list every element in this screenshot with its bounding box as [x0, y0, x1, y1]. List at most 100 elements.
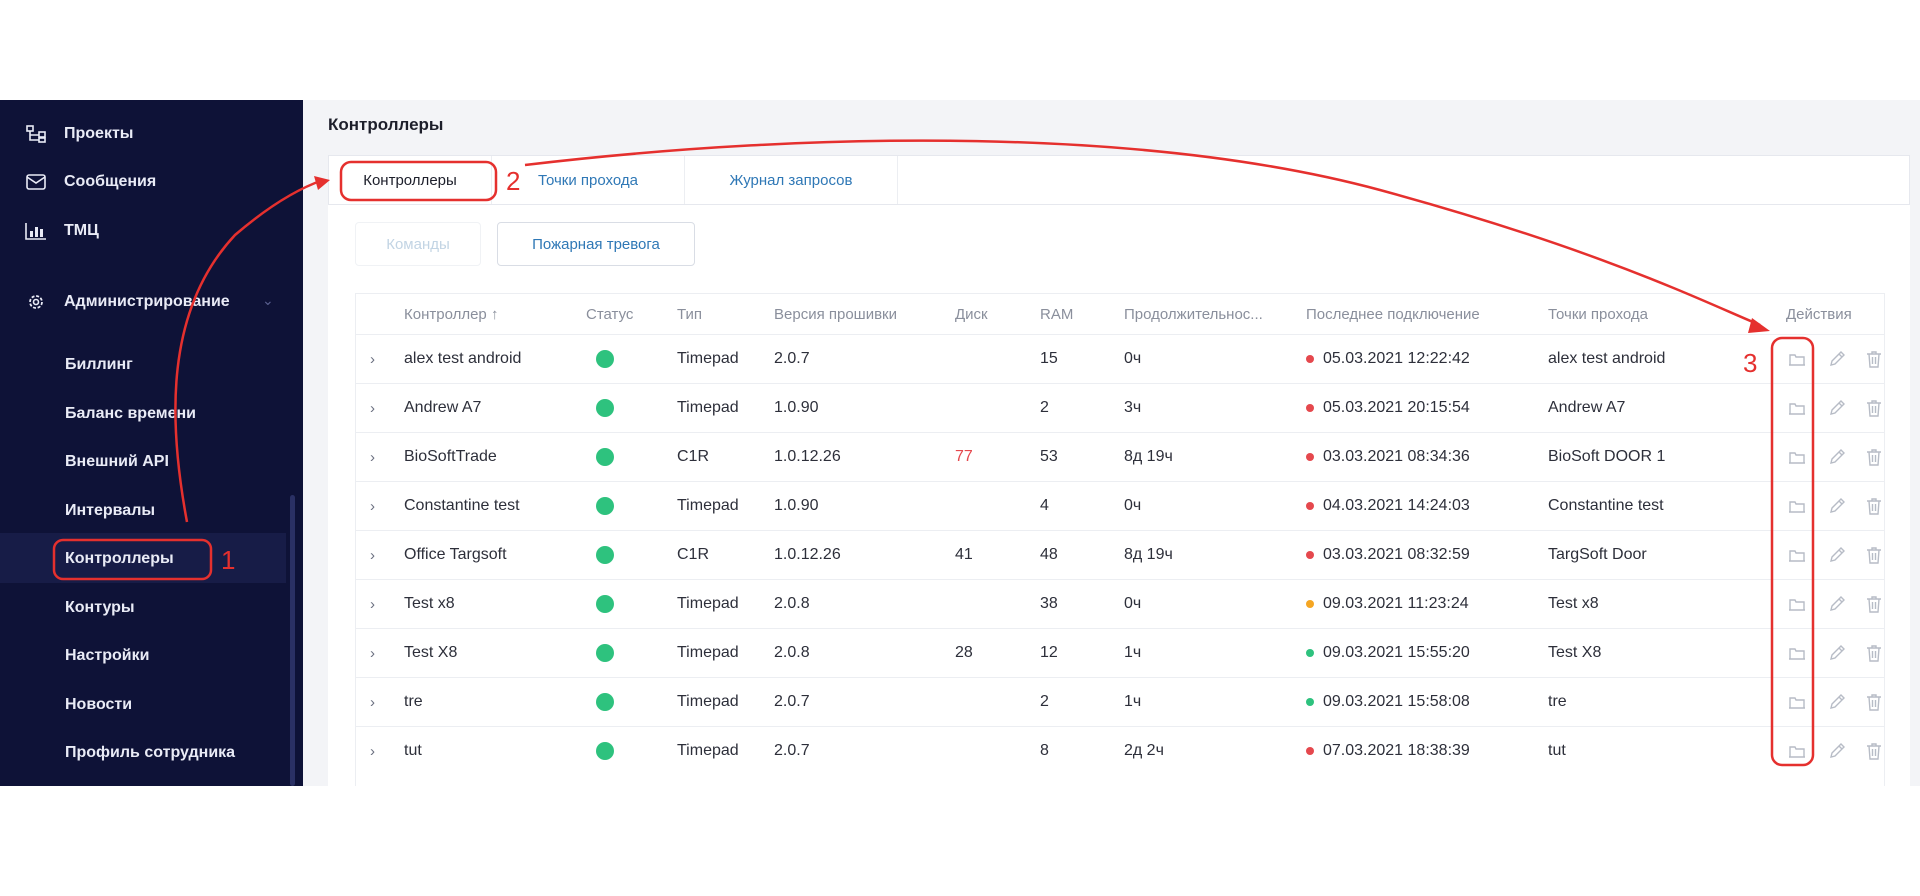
- tab-request-log[interactable]: Журнал запросов: [685, 156, 898, 204]
- cell-firmware: 1.0.12.26: [774, 546, 841, 563]
- table-row[interactable]: › Constantine test Timepad 1.0.90 4 0ч 04.03.2…: [356, 481, 1884, 530]
- cell-last-connection: 05.03.2021 12:22:42: [1306, 335, 1470, 383]
- status-online-icon: [596, 497, 614, 515]
- sidebar-item-external-api[interactable]: Внешний API: [65, 442, 169, 482]
- expand-chevron-icon[interactable]: ›: [370, 727, 375, 775]
- chevron-down-icon[interactable]: ⌄: [262, 292, 274, 309]
- expand-chevron-icon[interactable]: ›: [370, 629, 375, 677]
- expand-chevron-icon[interactable]: ›: [370, 335, 375, 383]
- annotation-label-1: 1: [221, 545, 236, 575]
- pencil-icon[interactable]: [1828, 727, 1846, 775]
- fire-alarm-button[interactable]: Пожарная тревога: [497, 222, 695, 266]
- expand-chevron-icon[interactable]: ›: [370, 580, 375, 628]
- column-header-access-points[interactable]: Точки прохода: [1548, 294, 1648, 334]
- sidebar-item-time-balance[interactable]: Баланс времени: [65, 394, 196, 434]
- expand-chevron-icon[interactable]: ›: [370, 678, 375, 726]
- pencil-icon[interactable]: [1828, 629, 1846, 677]
- points-icon[interactable]: [1788, 531, 1806, 579]
- annotation-label-2: 2: [506, 166, 521, 196]
- sidebar-item-news[interactable]: Новости: [65, 685, 132, 725]
- sidebar-item-messages[interactable]: Сообщения: [24, 162, 156, 202]
- points-icon[interactable]: [1788, 678, 1806, 726]
- trash-icon[interactable]: [1866, 433, 1882, 481]
- sidebar-item-controllers[interactable]: Контроллеры: [65, 539, 174, 579]
- connection-status-dot-icon: [1306, 649, 1314, 657]
- trash-icon[interactable]: [1866, 678, 1882, 726]
- column-header-last-connection[interactable]: Последнее подключение: [1306, 294, 1480, 334]
- points-icon[interactable]: [1788, 482, 1806, 530]
- column-header-controller[interactable]: Контроллер ↑: [404, 294, 498, 334]
- sidebar-item-intervals[interactable]: Интервалы: [65, 491, 155, 531]
- trash-icon[interactable]: [1866, 531, 1882, 579]
- sidebar-item-projects[interactable]: Проекты: [24, 114, 133, 154]
- column-header-type[interactable]: Тип: [677, 294, 702, 334]
- tab-access-points[interactable]: Точки прохода: [492, 156, 685, 204]
- expand-chevron-icon[interactable]: ›: [370, 433, 375, 481]
- cell-status: [596, 531, 614, 579]
- sidebar-item-billing[interactable]: Биллинг: [65, 345, 133, 385]
- column-header-status[interactable]: Статус: [586, 294, 633, 334]
- table-row[interactable]: › Office Targsoft C1R 1.0.12.26 41 48 8д 19ч 03…: [356, 530, 1884, 579]
- sidebar-item-inventory[interactable]: ТМЦ: [24, 211, 99, 251]
- pencil-icon[interactable]: [1828, 433, 1846, 481]
- last-connection-text: 05.03.2021 20:15:54: [1323, 399, 1470, 416]
- trash-icon[interactable]: [1866, 482, 1882, 530]
- cell-firmware: 1.0.12.26: [774, 448, 841, 465]
- controllers-table: Контроллер ↑ Статус Тип Версия прошивки …: [355, 293, 1885, 786]
- pencil-icon[interactable]: [1828, 335, 1846, 383]
- cell-duration: 8д 19ч: [1124, 448, 1173, 465]
- column-header-duration[interactable]: Продолжительнос...: [1124, 294, 1263, 334]
- expand-chevron-icon[interactable]: ›: [370, 482, 375, 530]
- cell-type: Timepad: [677, 644, 739, 661]
- sidebar-item-employee-profile[interactable]: Профиль сотрудника: [65, 733, 235, 773]
- points-icon[interactable]: [1788, 384, 1806, 432]
- page-title: Контроллеры: [328, 115, 444, 134]
- table-row[interactable]: › tut Timepad 2.0.7 8 2д 2ч 07.03.2021 18:38:3…: [356, 726, 1884, 775]
- points-icon[interactable]: [1788, 727, 1806, 775]
- cell-access-points: BioSoft DOOR 1: [1548, 448, 1666, 465]
- column-header-firmware[interactable]: Версия прошивки: [774, 294, 897, 334]
- cell-last-connection: 07.03.2021 18:38:39: [1306, 727, 1470, 775]
- status-online-icon: [596, 644, 614, 662]
- cell-status: [596, 727, 614, 775]
- cell-controller: alex test android: [404, 350, 522, 367]
- expand-chevron-icon[interactable]: ›: [370, 531, 375, 579]
- points-icon[interactable]: [1788, 335, 1806, 383]
- sidebar-item-label: Администрирование: [64, 293, 230, 310]
- trash-icon[interactable]: [1866, 384, 1882, 432]
- trash-icon[interactable]: [1866, 727, 1882, 775]
- table-row[interactable]: › Test X8 Timepad 2.0.8 28 12 1ч 09.03.2021 15:…: [356, 628, 1884, 677]
- column-header-disk[interactable]: Диск: [955, 294, 988, 334]
- sidebar-item-label: Сообщения: [64, 173, 157, 190]
- table-row[interactable]: › Test x8 Timepad 2.0.8 38 0ч 09.03.2021 11:23…: [356, 579, 1884, 628]
- trash-icon[interactable]: [1866, 629, 1882, 677]
- table-row[interactable]: › tre Timepad 2.0.7 2 1ч 09.03.2021 15:58:08 tr…: [356, 677, 1884, 726]
- table-row[interactable]: › Andrew A7 Timepad 1.0.90 2 3ч 05.03.2021 20:…: [356, 383, 1884, 432]
- commands-button[interactable]: Команды: [355, 222, 481, 266]
- pencil-icon[interactable]: [1828, 384, 1846, 432]
- points-icon[interactable]: [1788, 629, 1806, 677]
- cell-access-points: alex test android: [1548, 350, 1666, 367]
- pencil-icon[interactable]: [1828, 580, 1846, 628]
- table-header: Контроллер ↑ Статус Тип Версия прошивки …: [356, 294, 1884, 334]
- annotation-label-3: 3: [1743, 348, 1758, 378]
- column-header-ram[interactable]: RAM: [1040, 294, 1073, 334]
- last-connection-text: 04.03.2021 14:24:03: [1323, 497, 1470, 514]
- sidebar-item-settings[interactable]: Настройки: [65, 636, 149, 676]
- cell-ram: 2: [1040, 693, 1049, 710]
- pencil-icon[interactable]: [1828, 482, 1846, 530]
- table-row[interactable]: › BioSoftTrade C1R 1.0.12.26 77 53 8д 19ч 03.03…: [356, 432, 1884, 481]
- sidebar-item-administration[interactable]: Администрирование: [24, 282, 230, 322]
- sidebar-scrollbar[interactable]: [290, 495, 295, 786]
- pencil-icon[interactable]: [1828, 531, 1846, 579]
- pencil-icon[interactable]: [1828, 678, 1846, 726]
- table-row[interactable]: › alex test android Timepad 2.0.7 15 0ч 05.03.…: [356, 334, 1884, 383]
- expand-chevron-icon[interactable]: ›: [370, 384, 375, 432]
- sidebar-item-contours[interactable]: Контуры: [65, 588, 135, 628]
- trash-icon[interactable]: [1866, 335, 1882, 383]
- points-icon[interactable]: [1788, 433, 1806, 481]
- connection-status-dot-icon: [1306, 600, 1314, 608]
- trash-icon[interactable]: [1866, 580, 1882, 628]
- tab-controllers[interactable]: Контроллеры: [329, 156, 492, 204]
- points-icon[interactable]: [1788, 580, 1806, 628]
